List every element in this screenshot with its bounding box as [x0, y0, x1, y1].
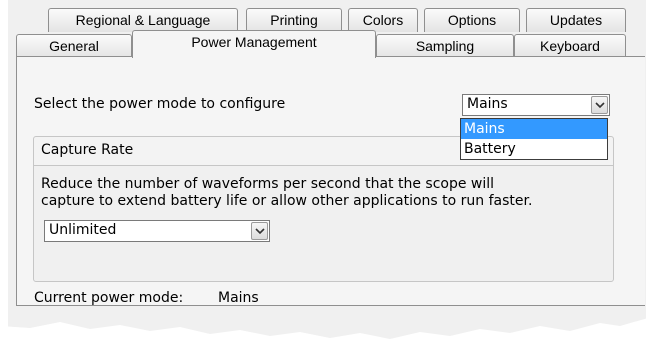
chevron-down-icon — [255, 228, 265, 235]
chevron-down-icon — [595, 102, 605, 109]
tab-keyboard[interactable]: Keyboard — [514, 34, 626, 58]
tab-regional-language[interactable]: Regional & Language — [48, 8, 238, 32]
tab-updates[interactable]: Updates — [526, 8, 626, 32]
tab-options[interactable]: Options — [424, 8, 520, 32]
power-mode-selected-value: Mains — [467, 96, 508, 112]
torn-edge-decoration — [0, 318, 648, 360]
tab-printing[interactable]: Printing — [246, 8, 342, 32]
power-mode-prompt: Select the power mode to configure — [34, 96, 286, 112]
capture-rate-selected-value: Unlimited — [49, 222, 117, 238]
capture-rate-select[interactable]: Unlimited — [44, 220, 270, 242]
power-mode-option-mains[interactable]: Mains — [461, 119, 607, 139]
tab-general[interactable]: General — [16, 34, 132, 58]
power-mode-dropdown-list: Mains Battery — [460, 118, 608, 160]
tab-sampling[interactable]: Sampling — [376, 34, 514, 58]
capture-rate-description-line2: capture to extend battery life or allow … — [41, 193, 533, 209]
tab-power-management[interactable]: Power Management — [132, 30, 376, 58]
power-mode-dropdown-button[interactable] — [591, 96, 608, 114]
power-mode-select[interactable]: Mains — [462, 94, 610, 116]
capture-rate-description-line1: Reduce the number of waveforms per secon… — [41, 176, 495, 192]
tab-colors[interactable]: Colors — [348, 8, 418, 32]
power-mode-option-battery[interactable]: Battery — [461, 139, 607, 159]
capture-rate-dropdown-button[interactable] — [251, 222, 268, 240]
capture-rate-title: Capture Rate — [41, 142, 134, 158]
